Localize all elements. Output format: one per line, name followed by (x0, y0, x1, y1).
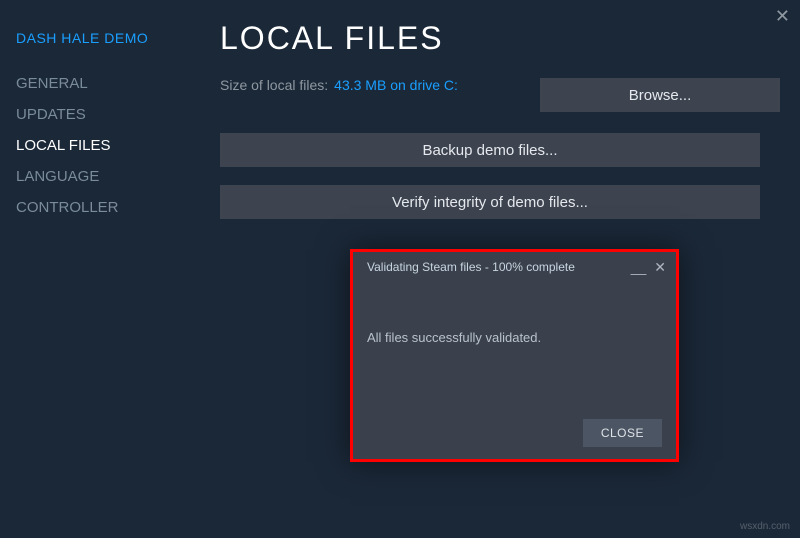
dialog-body: All files successfully validated. (353, 280, 676, 345)
validation-dialog: Validating Steam files - 100% complete _… (350, 249, 679, 462)
minimize-icon[interactable]: __ (631, 261, 647, 273)
dialog-message: All files successfully validated. (367, 330, 662, 345)
backup-button[interactable]: Backup demo files... (220, 133, 760, 167)
browse-button[interactable]: Browse... (540, 78, 780, 112)
watermark: wsxdn.com (740, 521, 790, 532)
dialog-header: Validating Steam files - 100% complete _… (353, 252, 676, 280)
sidebar-item-updates[interactable]: UPDATES (16, 99, 200, 130)
sidebar-item-controller[interactable]: CONTROLLER (16, 192, 200, 223)
sidebar-item-language[interactable]: LANGUAGE (16, 161, 200, 192)
sidebar: DASH HALE DEMO GENERAL UPDATES LOCAL FIL… (0, 0, 200, 538)
size-label: Size of local files: (220, 77, 328, 93)
game-title: DASH HALE DEMO (16, 30, 200, 46)
dialog-title: Validating Steam files - 100% complete (367, 260, 623, 274)
size-value-link[interactable]: 43.3 MB on drive C: (334, 77, 458, 93)
page-title: LOCAL FILES (220, 20, 780, 57)
verify-button[interactable]: Verify integrity of demo files... (220, 185, 760, 219)
sidebar-item-local-files[interactable]: LOCAL FILES (16, 130, 200, 161)
sidebar-item-general[interactable]: GENERAL (16, 68, 200, 99)
dialog-footer: CLOSE (583, 419, 662, 447)
dialog-close-button[interactable]: CLOSE (583, 419, 662, 447)
dialog-close-icon[interactable]: ✕ (654, 261, 666, 273)
